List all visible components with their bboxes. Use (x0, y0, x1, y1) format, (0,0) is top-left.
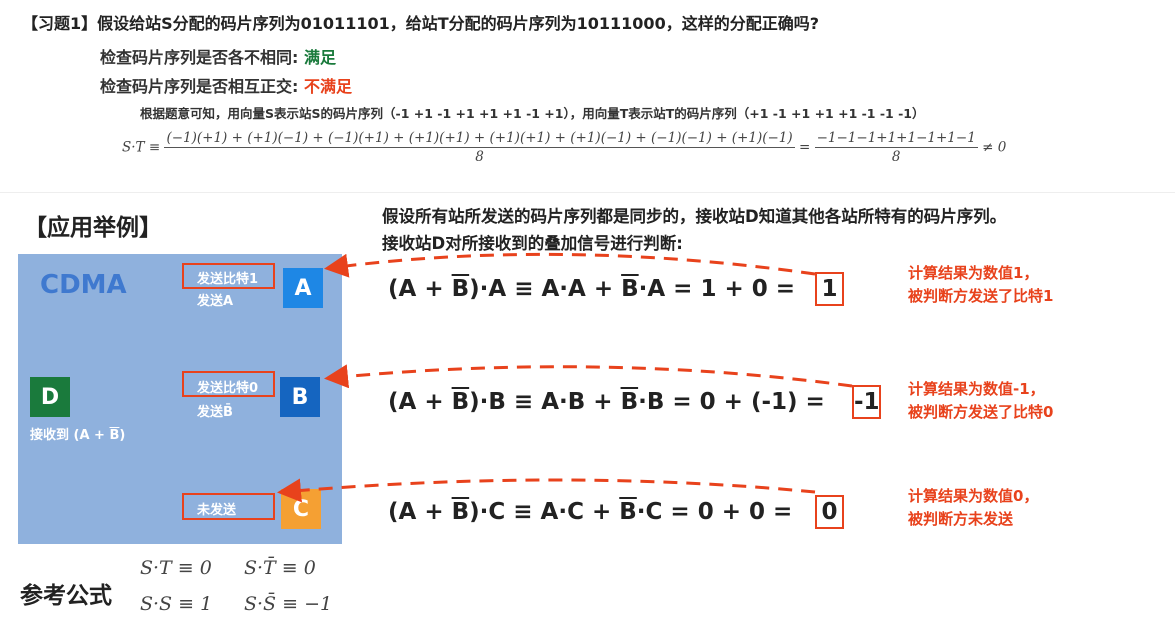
result-c-line2: 被判断方未发送 (908, 510, 1014, 528)
eq-c-bbar2: B (619, 499, 637, 525)
arrow-a (324, 252, 816, 278)
eq-a-bbar: B (451, 276, 470, 302)
ref-formula-2: S·T̄ ≡ 0 (244, 557, 316, 579)
result-note-c: 计算结果为数值0， 被判断方未发送 (908, 485, 1038, 531)
ref-formula-3: S·S ≡ 1 (140, 593, 213, 615)
eq-c-pre: (A + (388, 499, 452, 525)
ref-formula-4: S·S̄ ≡ −1 (244, 593, 333, 615)
result-note-a: 计算结果为数值1， 被判断方发送了比特1 (908, 262, 1053, 308)
result-a-line2: 被判断方发送了比特1 (908, 287, 1054, 305)
eq-a-mid: )·A ≡ A·A + (469, 276, 622, 302)
result-a-line1: 计算结果为数值1， (908, 264, 1039, 282)
eq-b-bbar: B (451, 389, 470, 415)
eq-c-post: ·C = 0 + 0 = (636, 499, 793, 525)
equation-a: (A + B)·A ≡ A·A + B·A = 1 + 0 = (388, 276, 795, 302)
eq-c-mid: )·C ≡ A·C + (469, 499, 620, 525)
arrow-c (277, 478, 816, 503)
eq-a-pre: (A + (388, 276, 452, 302)
eq-b-mid: )·B ≡ A·B + (469, 389, 621, 415)
eq-c-bbar: B (451, 499, 470, 525)
eq-b-bbar2: B (620, 389, 639, 415)
result-note-b: 计算结果为数值-1， 被判断方发送了比特0 (908, 378, 1053, 424)
result-b-line1: 计算结果为数值-1， (908, 380, 1045, 398)
result-c-line1: 计算结果为数值0， (908, 487, 1039, 505)
result-box-c: 0 (815, 495, 844, 529)
result-box-b: -1 (852, 385, 881, 419)
result-b-line2: 被判断方发送了比特0 (908, 403, 1054, 421)
reference-title: 参考公式 (20, 583, 112, 609)
eq-a-bbar2: B (621, 276, 639, 302)
ref-formula-1: S·T ≡ 0 (140, 557, 212, 579)
equation-b: (A + B)·B ≡ A·B + B·B = 0 + (-1) = (388, 389, 825, 415)
eq-b-post: ·B = 0 + (-1) = (638, 389, 825, 415)
eq-a-post: ·A = 1 + 0 = (638, 276, 796, 302)
result-box-a: 1 (815, 272, 844, 306)
eq-b-pre: (A + (388, 389, 452, 415)
arrow-b (324, 364, 853, 389)
equation-c: (A + B)·C ≡ A·C + B·C = 0 + 0 = (388, 499, 792, 525)
